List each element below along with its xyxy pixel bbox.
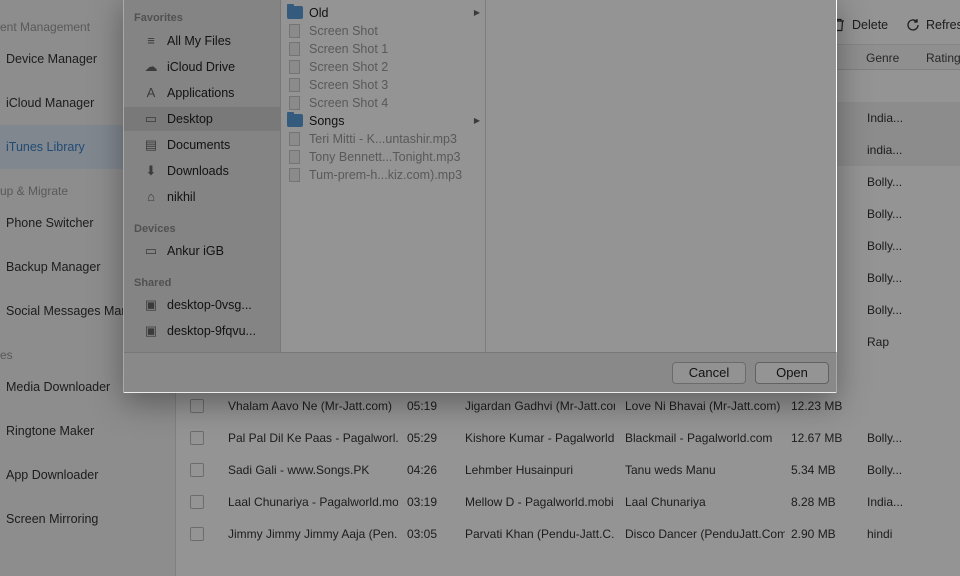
document-icon bbox=[289, 168, 300, 182]
location-label: desktop-9fqvu... bbox=[167, 324, 256, 338]
devices-heading: Devices bbox=[134, 223, 176, 235]
document-icon bbox=[289, 42, 300, 56]
dialog-button-bar: Cancel Open bbox=[124, 352, 836, 393]
file-item[interactable]: Teri Mitti - K...untashir.mp3 bbox=[281, 130, 486, 148]
favorite-item-3[interactable]: ▭ Desktop bbox=[124, 107, 280, 131]
favorite-item-6[interactable]: ⌂ nikhil bbox=[124, 185, 280, 209]
favorite-item-2[interactable]: A Applications bbox=[124, 81, 280, 105]
location-icon: ⌂ bbox=[147, 189, 155, 204]
file-name: Screen Shot 3 bbox=[309, 78, 389, 92]
document-icon bbox=[289, 60, 300, 74]
folder-icon bbox=[287, 112, 303, 127]
favorite-item-4[interactable]: ▤ Documents bbox=[124, 133, 280, 157]
dialog-sidebar: Favorites ≡ All My Files ☁ iCloud Drive A App… bbox=[124, 0, 281, 352]
location-label: nikhil bbox=[167, 190, 196, 204]
location-label: Downloads bbox=[167, 164, 229, 178]
shared-item-0[interactable]: ▣ desktop-0vsg... bbox=[124, 293, 280, 317]
disclosure-arrow-icon: ▶ bbox=[473, 116, 480, 125]
shared-item-1[interactable]: ▣ desktop-9fqvu... bbox=[124, 319, 280, 343]
file-name: Screen Shot 1 bbox=[309, 42, 389, 56]
location-icon: ≡ bbox=[147, 33, 155, 48]
location-label: Desktop bbox=[167, 112, 213, 126]
location-label: Ankur iGB bbox=[167, 244, 224, 258]
file-item[interactable]: Screen Shot 3 bbox=[281, 76, 486, 94]
file-name: Screen Shot 4 bbox=[309, 96, 389, 110]
device-item-0[interactable]: ▭ Ankur iGB bbox=[124, 239, 280, 263]
disclosure-arrow-icon: ▶ bbox=[473, 8, 480, 17]
file-name: Tum-prem-h...kiz.com).mp3 bbox=[309, 168, 463, 182]
file-item[interactable]: Tony Bennett...Tonight.mp3 bbox=[281, 148, 486, 166]
favorite-item-1[interactable]: ☁ iCloud Drive bbox=[124, 55, 280, 79]
document-icon bbox=[289, 96, 300, 110]
file-item[interactable]: Screen Shot 2 bbox=[281, 58, 486, 76]
document-icon bbox=[289, 78, 300, 92]
open-button[interactable]: Open bbox=[755, 362, 829, 384]
cancel-button[interactable]: Cancel bbox=[672, 362, 746, 384]
file-name: Songs bbox=[309, 114, 345, 128]
folder-item[interactable]: Old ▶ bbox=[281, 4, 486, 22]
favorite-item-0[interactable]: ≡ All My Files bbox=[124, 29, 280, 53]
location-label: desktop-0vsg... bbox=[167, 298, 252, 312]
location-icon: ▤ bbox=[144, 137, 158, 152]
favorite-item-5[interactable]: ⬇ Downloads bbox=[124, 159, 280, 183]
file-column-empty bbox=[486, 0, 837, 352]
file-column-desktop: Old ▶ Screen Shot Screen Shot 1 Screen Shot … bbox=[281, 0, 486, 352]
file-name: Tony Bennett...Tonight.mp3 bbox=[309, 150, 461, 164]
location-icon: ▭ bbox=[144, 111, 158, 126]
shared-heading: Shared bbox=[134, 277, 172, 289]
location-icon: ▣ bbox=[144, 323, 158, 338]
file-name: Screen Shot 2 bbox=[309, 60, 389, 74]
favorites-heading: Favorites bbox=[134, 12, 183, 24]
location-icon: A bbox=[146, 85, 156, 100]
file-name: Teri Mitti - K...untashir.mp3 bbox=[309, 132, 457, 146]
file-item[interactable]: Screen Shot 4 bbox=[281, 94, 486, 112]
open-file-dialog: Favorites ≡ All My Files ☁ iCloud Drive A App… bbox=[123, 0, 837, 393]
folder-icon bbox=[287, 4, 303, 19]
file-item[interactable]: Screen Shot 1 bbox=[281, 40, 486, 58]
location-label: All My Files bbox=[167, 34, 231, 48]
file-item[interactable]: Tum-prem-h...kiz.com).mp3 bbox=[281, 166, 486, 184]
document-icon bbox=[289, 24, 300, 38]
location-icon: ⬇ bbox=[145, 163, 157, 178]
file-item[interactable]: Screen Shot bbox=[281, 22, 486, 40]
location-label: iCloud Drive bbox=[167, 60, 236, 74]
app-window: ent Management Device Manager iCloud Man… bbox=[0, 0, 960, 576]
location-icon: ▭ bbox=[144, 243, 158, 258]
location-label: Applications bbox=[167, 86, 235, 100]
folder-item[interactable]: Songs ▶ bbox=[281, 112, 486, 130]
file-name: Screen Shot bbox=[309, 24, 378, 38]
location-label: Documents bbox=[167, 138, 231, 152]
document-icon bbox=[289, 132, 300, 146]
file-name: Old bbox=[309, 6, 329, 20]
location-icon: ☁ bbox=[144, 59, 158, 74]
location-icon: ▣ bbox=[144, 297, 158, 312]
document-icon bbox=[289, 150, 300, 164]
